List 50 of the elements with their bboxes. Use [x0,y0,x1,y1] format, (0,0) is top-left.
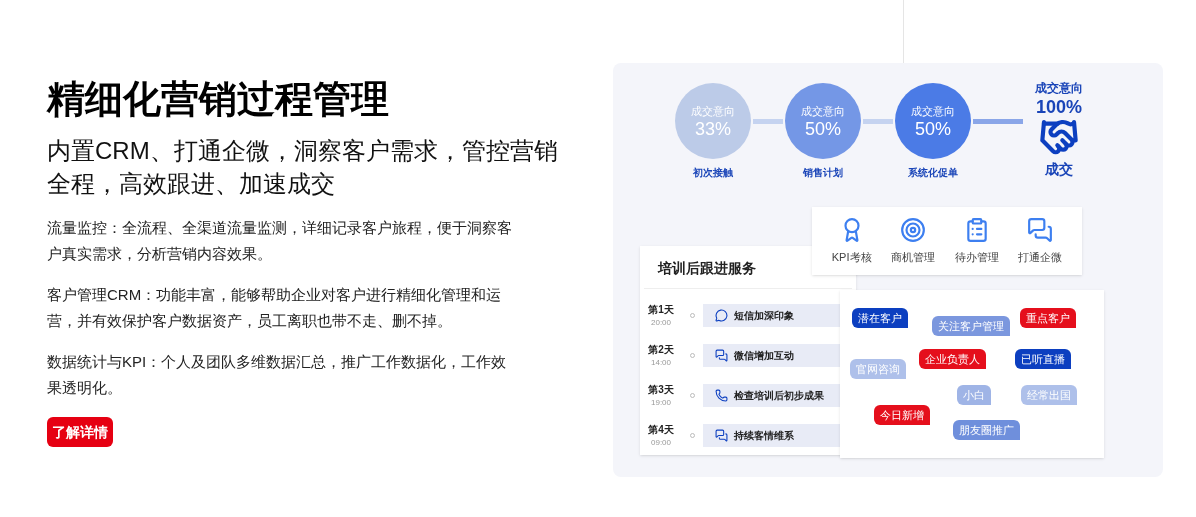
stage-heading: 成交意向 [911,103,955,119]
task-text: 短信加深印象 [734,309,794,323]
day-label: 第3天 [648,383,674,397]
customer-tag: 潜在客户 [852,308,908,328]
customer-tag: 经常出国 [1021,385,1077,405]
stage-heading: 成交意向 [691,103,735,119]
day-label: 第2天 [648,343,674,357]
stage-heading: 成交意向 [801,103,845,119]
customer-tag: 朋友圈推广 [953,420,1020,440]
day-label: 第4天 [648,423,674,437]
customer-tag: 官网咨询 [850,359,906,379]
task-text: 微信增加互动 [734,349,794,363]
page-title: 精细化营销过程管理 [47,77,390,122]
customer-tag: 小白 [957,385,991,405]
description-paragraph: 客户管理CRM：功能丰富，能够帮助企业对客户进行精细化管理和运营，并有效保护客户数据资产，员工离职也带不走、删不掉。 [47,285,503,331]
description-paragraph: 数据统计与KPI：个人及团队多维数据汇总，推广工作数据化，工作效果透明化。 [47,352,508,398]
stage-label: 销售计划 [803,166,843,180]
details-button[interactable]: 了解详情 [47,417,113,447]
task-text: 持续客情维系 [734,429,794,443]
customer-tag: 关注客户管理 [932,316,1010,336]
chat-bubbles-icon [715,349,728,362]
deal-percent: 100% [1035,97,1082,117]
customer-tag: 已听直播 [1015,349,1071,369]
chat-bubbles-icon [1027,216,1054,243]
stage-label: 系统化促单 [908,166,958,180]
stage-label: 初次接触 [693,166,733,180]
chat-bubbles-icon [715,429,728,442]
feature-label: 商机管理 [891,249,936,265]
customer-tag: 今日新增 [874,405,930,425]
customer-tag: 企业负责人 [919,349,986,369]
stage-percent: 33% [695,119,731,140]
message-icon [715,309,728,322]
day-time: 20:00 [651,317,671,329]
customer-tag: 重点客户 [1020,308,1076,328]
day-label: 第1天 [648,303,674,317]
deal-label: 成交 [1045,160,1073,179]
target-icon [900,216,927,243]
feature-label: KPI考核 [831,249,872,265]
task-text: 检查培训后初步成果 [734,389,824,403]
feature-label: 打通企微 [1018,249,1063,265]
stage-percent: 50% [915,119,951,140]
day-time: 09:00 [651,437,671,449]
day-time: 19:00 [651,397,671,409]
stage-percent: 50% [805,119,841,140]
phone-icon [715,389,728,402]
deal-heading: 成交意向 [1035,80,1083,97]
feature-label: 待办管理 [954,249,999,265]
description-paragraph: 流量监控：全流程、全渠道流量监测，详细记录客户旅程，便于洞察客户真实需求，分析营销内容效果。 [47,218,513,264]
subtitle: 内置CRM、打通企微，洞察客户需求，管控营销全程，高效跟进、加速成交 [47,136,559,199]
day-time: 14:00 [651,357,671,369]
